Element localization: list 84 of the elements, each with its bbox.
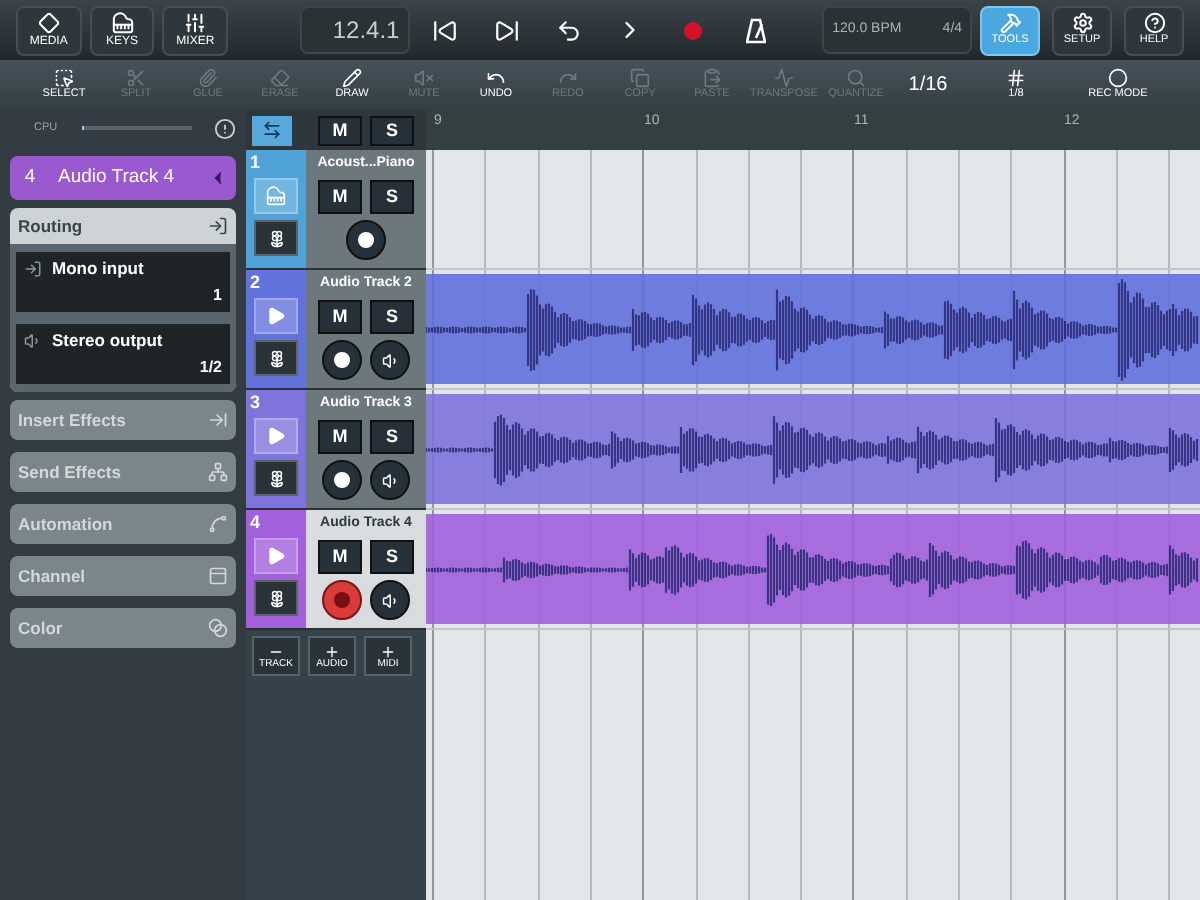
track-solo-button[interactable]: S [370,420,414,454]
flower-icon [267,229,285,247]
track-solo-button[interactable]: S [370,540,414,574]
position-display: 12.4.1 [300,6,410,54]
quantize-icon [846,68,866,89]
grid-icon [1006,68,1026,89]
speaker-icon [381,591,399,609]
global-solo-button[interactable]: S [370,115,414,145]
speaker-button[interactable] [370,460,410,500]
speaker-button[interactable] [370,580,410,620]
input-icon [24,259,42,277]
track-number: 3 [248,392,261,412]
redo-icon [558,68,578,89]
channel-icon [208,566,228,586]
piano-icon [266,186,286,206]
paste-icon [702,68,722,89]
speaker-icon [381,351,399,369]
effects-button[interactable] [254,460,298,496]
flower-icon [267,589,285,607]
routing-icon [208,216,228,236]
copy-icon [630,68,650,89]
undo-icon [486,68,506,89]
media-icon [37,12,60,34]
skip-forward-icon [493,17,520,43]
global-mute-button[interactable]: M [318,115,362,145]
plus-icon [324,643,340,659]
mute-icon [414,68,434,89]
record-arm-button[interactable] [322,460,362,500]
speaker-icon [24,331,42,349]
transpose-icon [774,68,794,89]
skip-back-icon [431,17,458,43]
mixer-icon [184,12,207,34]
output-routing-field[interactable]: Stereo output 1/2 [16,324,230,384]
keys-icon [111,12,133,34]
select-icon [54,68,74,89]
speaker-button[interactable] [370,340,410,380]
metronome-icon [745,17,766,43]
input-routing-field[interactable]: Mono input 1 [16,252,230,312]
track-mute-button[interactable]: M [318,180,362,214]
record-arm-button[interactable] [322,340,362,380]
track-selector[interactable]: 4 Audio Track 4 [10,156,236,200]
effects-button[interactable] [254,580,298,616]
output-channel: 1/2 [199,358,222,376]
flower-icon [267,469,285,487]
loop-icon [555,17,582,43]
erase-icon [270,68,290,89]
tools-icon [999,12,1022,35]
draw-icon [342,68,362,89]
split-icon [126,68,146,89]
recmode-icon [1108,68,1128,89]
play-icon [266,546,286,566]
warning-icon [214,117,236,139]
output-name: Stereo output [52,327,163,353]
track-solo-button[interactable]: S [370,300,414,334]
insert-icon [208,410,228,430]
track-mute-button[interactable]: M [318,540,362,574]
quantize-value[interactable]: 1/16 [892,70,964,100]
play-icon [266,306,286,326]
color-icon [208,618,228,638]
split-icon [262,120,282,140]
send-icon [208,462,228,482]
flower-icon [267,349,285,367]
record-icon [684,21,702,39]
input-name: Mono input [52,255,144,281]
help-icon [1143,12,1166,35]
play-icon [266,426,286,446]
split-view-button[interactable] [252,115,292,145]
setup-icon [1071,12,1094,35]
track-mute-button[interactable]: M [318,420,362,454]
routing-title[interactable]: Routing [18,213,83,239]
record-arm-button[interactable] [322,580,362,620]
track-number: 4 [248,512,261,532]
plus-icon [380,643,396,659]
glue-icon [198,68,218,89]
automation-icon [208,514,228,534]
track-number: 1 [248,152,261,172]
track-solo-button[interactable]: S [370,180,414,214]
speaker-icon [381,471,399,489]
effects-button[interactable] [254,220,298,256]
track-mute-button[interactable]: M [318,300,362,334]
effects-button[interactable] [254,340,298,376]
input-channel: 1 [213,286,222,304]
track-number: 2 [248,272,261,292]
record-arm-button[interactable] [346,220,386,260]
